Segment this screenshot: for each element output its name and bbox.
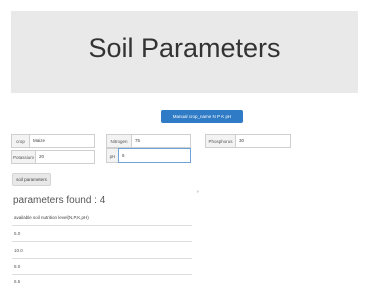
result-value: 8.0 bbox=[14, 264, 21, 269]
divider bbox=[12, 274, 192, 275]
manual-entry-button[interactable]: Manual crop_name N P K pH bbox=[161, 110, 243, 123]
divider bbox=[12, 241, 192, 242]
potassium-field: Potassium 20 bbox=[11, 150, 95, 164]
potassium-input[interactable]: 20 bbox=[35, 150, 95, 164]
phosphorus-input[interactable]: 30 bbox=[235, 134, 291, 148]
page-title: Soil Parameters bbox=[88, 33, 281, 63]
results-count: parameters found : 4 bbox=[13, 195, 106, 206]
potassium-label: Potassium bbox=[11, 150, 35, 164]
nitrogen-input[interactable]: 75 bbox=[131, 134, 191, 148]
cursor-icon: › bbox=[197, 189, 199, 195]
ph-input[interactable]: 6 bbox=[118, 148, 191, 163]
nitrogen-label: Nitrogen bbox=[106, 134, 131, 148]
crop-label: crop bbox=[11, 134, 29, 148]
result-value: 5.0 bbox=[14, 231, 21, 236]
nitrogen-field: Nitrogen 75 bbox=[106, 134, 191, 148]
crop-input[interactable]: Maize bbox=[29, 134, 95, 148]
divider bbox=[12, 225, 192, 226]
header-banner: Soil Parameters bbox=[11, 11, 358, 93]
phosphorus-label: Phosphorus bbox=[205, 134, 235, 148]
crop-field: crop Maize bbox=[11, 134, 95, 148]
result-value: 10.0 bbox=[14, 248, 23, 253]
result-value: 6.5 bbox=[14, 279, 21, 284]
divider bbox=[12, 258, 192, 259]
ph-label: pH bbox=[106, 148, 118, 163]
phosphorus-field: Phosphorus 30 bbox=[205, 134, 291, 148]
soil-parameters-button[interactable]: soil parameters bbox=[12, 173, 51, 186]
ph-field: pH 6 bbox=[106, 148, 191, 163]
results-header: available soil nutrition level(N,P,K,pH) bbox=[14, 215, 89, 220]
